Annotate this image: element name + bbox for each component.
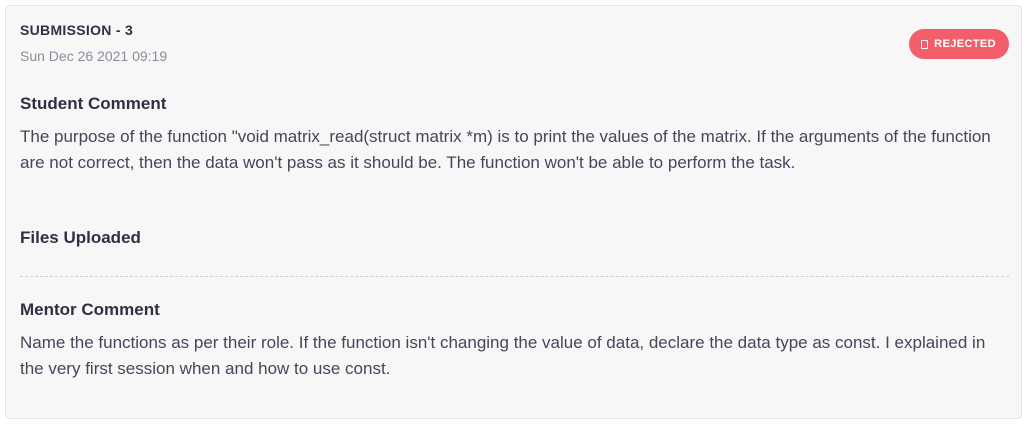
student-comment-heading: Student Comment xyxy=(20,94,167,113)
files-uploaded-heading: Files Uploaded xyxy=(20,228,141,247)
submission-date: Sun Dec 26 2021 09:19 xyxy=(20,48,168,64)
submission-card: SUBMISSION - 3 Sun Dec 26 2021 09:19 REJ… xyxy=(5,5,1022,419)
student-comment-text: The purpose of the function "void matrix… xyxy=(20,127,991,172)
submission-title: SUBMISSION - 3 xyxy=(20,22,134,38)
mentor-comment-heading: Mentor Comment xyxy=(20,300,160,319)
document-icon xyxy=(921,39,929,49)
mentor-comment-text: Name the functions as per their role. If… xyxy=(20,333,986,378)
section-divider xyxy=(20,276,1009,277)
status-label: REJECTED xyxy=(934,38,996,50)
status-badge: REJECTED xyxy=(909,29,1009,59)
